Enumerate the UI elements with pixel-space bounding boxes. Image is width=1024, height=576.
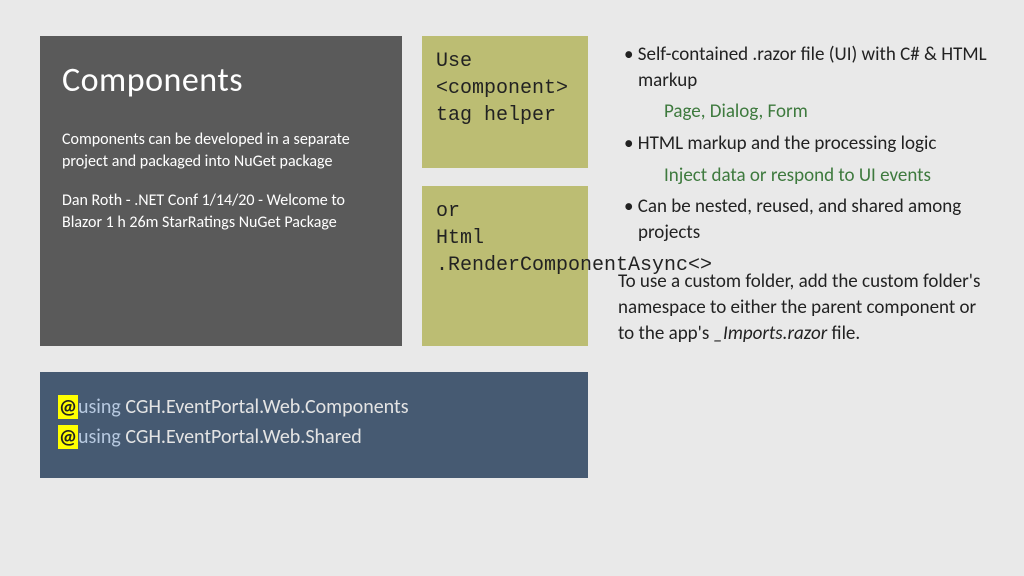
bullet-subitem: Page, Dialog, Form bbox=[614, 99, 990, 125]
snippet-line: .RenderComponentAsync<> bbox=[436, 252, 574, 279]
note-text: file. bbox=[827, 322, 860, 345]
code-line: @using CGH.EventPortal.Web.Shared bbox=[58, 422, 570, 452]
at-symbol: @ bbox=[58, 395, 78, 419]
using-keyword: using bbox=[78, 425, 121, 449]
slide: Components Components can be developed i… bbox=[0, 0, 1024, 576]
snippet-box-renderasync: or Html .RenderComponentAsync<> bbox=[422, 186, 588, 346]
title-attribution: Dan Roth - .NET Conf 1/14/20 - Welcome t… bbox=[62, 190, 380, 233]
bullet-item: HTML markup and the processing logic bbox=[614, 131, 990, 157]
namespace: CGH.EventPortal.Web.Components bbox=[121, 395, 409, 419]
bullet-panel: Self-contained .razor file (UI) with C# … bbox=[610, 36, 994, 558]
code-box-usings: @using CGH.EventPortal.Web.Components @u… bbox=[40, 372, 588, 478]
namespace: CGH.EventPortal.Web.Shared bbox=[121, 425, 362, 449]
custom-folder-note: To use a custom folder, add the custom f… bbox=[614, 269, 990, 346]
snippet-line: Html bbox=[436, 225, 574, 252]
bullet-item: Can be nested, reused, and shared among … bbox=[614, 194, 990, 245]
title-box: Components Components can be developed i… bbox=[40, 36, 402, 346]
bullet-item: Self-contained .razor file (UI) with C# … bbox=[614, 42, 990, 93]
snippet-line: <component> bbox=[436, 75, 574, 102]
snippet-box-taghelper: Use <component> tag helper bbox=[422, 36, 588, 168]
at-symbol: @ bbox=[58, 425, 78, 449]
snippet-line: Use bbox=[436, 48, 574, 75]
slide-title: Components bbox=[62, 60, 380, 101]
note-filename: _Imports.razor bbox=[714, 322, 828, 345]
snippet-line: tag helper bbox=[436, 102, 574, 129]
bullet-subitem: Inject data or respond to UI events bbox=[614, 163, 990, 189]
using-keyword: using bbox=[78, 395, 121, 419]
title-description: Components can be developed in a separat… bbox=[62, 129, 380, 172]
snippet-line: or bbox=[436, 198, 574, 225]
code-line: @using CGH.EventPortal.Web.Components bbox=[58, 392, 570, 422]
bullet-list: Self-contained .razor file (UI) with C# … bbox=[614, 42, 990, 245]
